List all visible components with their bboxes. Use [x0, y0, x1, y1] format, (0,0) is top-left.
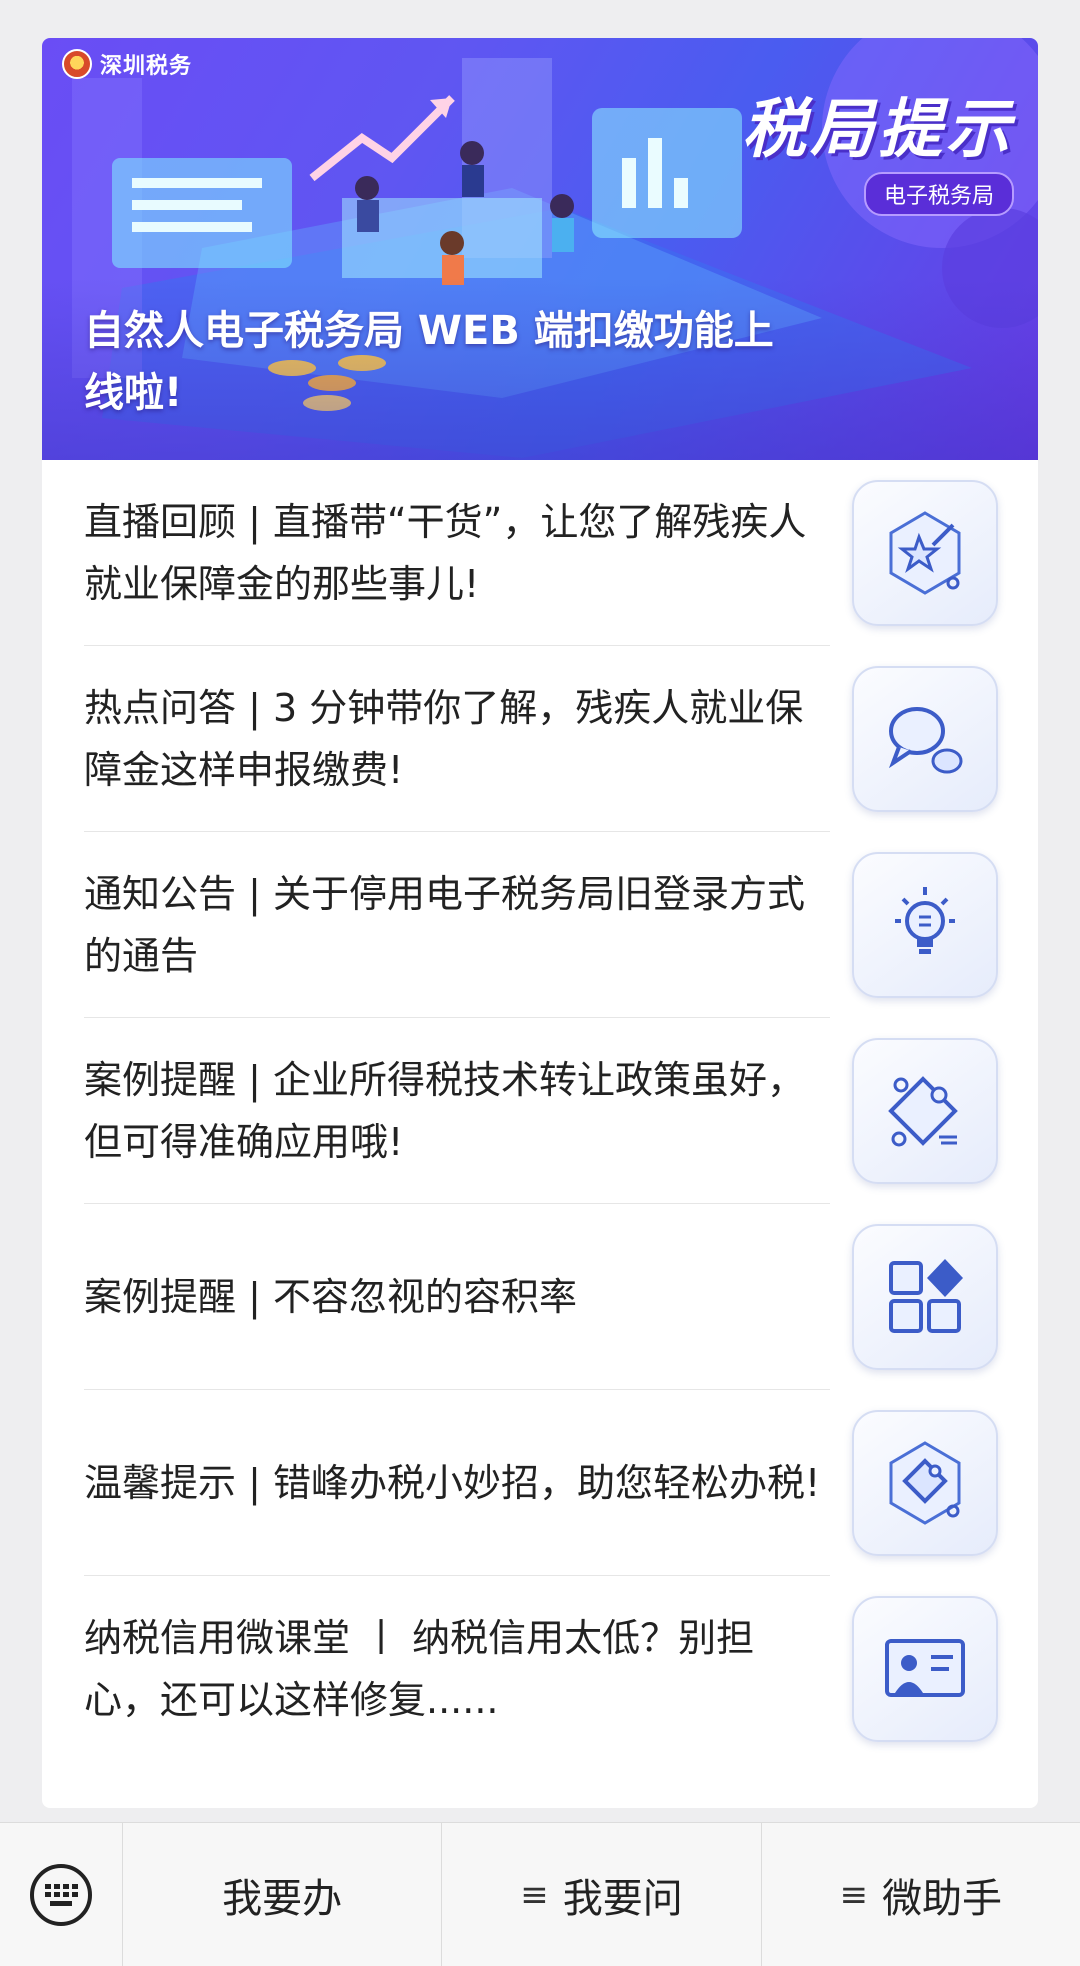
banner-subtitle-badge: 电子税务局 — [863, 172, 1014, 216]
list-item[interactable]: 通知公告 | 关于停用电子税务局旧登录方式的通告 — [42, 832, 1038, 1018]
list-item[interactable]: 纳税信用微课堂 丨 纳税信用太低？别担心，还可以这样修复...... — [42, 1576, 1038, 1762]
article-list: 直播回顾 | 直播带“干货”，让您了解残疾人就业保障金的那些事儿! 热点问答 |… — [42, 460, 1038, 1762]
menu-label: 我要办 — [222, 1875, 343, 1922]
brand-name: 深圳税务 — [100, 54, 193, 79]
banner-caption[interactable]: 自然人电子税务局 WEB 端扣缴功能上线啦! — [84, 300, 804, 424]
article-title: 温馨提示 | 错峰办税小妙招，助您轻松办税! — [84, 1461, 821, 1505]
puzzle-icon — [852, 1038, 998, 1184]
list-item[interactable]: 案例提醒 | 不容忽视的容积率 — [42, 1204, 1038, 1390]
star-wand-icon — [852, 480, 998, 626]
article-card: 深圳税务 税局提示 电子税务局 自然人电子税务局 WEB 端扣缴功能上线啦! 直… — [42, 38, 1038, 1808]
puzzle-hexagon-icon — [852, 1410, 998, 1556]
article-title: 纳税信用微课堂 丨 纳税信用太低？别担心，还可以这样修复...... — [84, 1616, 755, 1722]
menu-item-assistant[interactable]: ≡ 微助手 — [762, 1823, 1080, 1966]
menu-hamburger-icon: ≡ — [520, 1874, 549, 1915]
list-item[interactable]: 案例提醒 | 企业所得税技术转让政策虽好，但可得准确应用哦! — [42, 1018, 1038, 1204]
article-title: 案例提醒 | 企业所得税技术转让政策虽好，但可得准确应用哦! — [84, 1058, 805, 1164]
keyboard-toggle-button[interactable] — [0, 1823, 123, 1966]
menu-label: 微助手 — [882, 1875, 1003, 1922]
menu-label: 我要问 — [562, 1875, 683, 1922]
article-title: 直播回顾 | 直播带“干货”，让您了解残疾人就业保障金的那些事儿! — [84, 500, 807, 606]
list-item[interactable]: 直播回顾 | 直播带“干货”，让您了解残疾人就业保障金的那些事儿! — [42, 460, 1038, 646]
bottom-menu-bar: 我要办 ≡ 我要问 ≡ 微助手 — [0, 1822, 1080, 1966]
menu-item-ask[interactable]: ≡ 我要问 — [442, 1823, 762, 1966]
keyboard-icon — [30, 1863, 92, 1926]
banner[interactable]: 深圳税务 税局提示 电子税务局 自然人电子税务局 WEB 端扣缴功能上线啦! — [42, 38, 1038, 460]
list-item[interactable]: 热点问答 | 3 分钟带你了解，残疾人就业保障金这样申报缴费! — [42, 646, 1038, 832]
menu-hamburger-icon: ≡ — [839, 1874, 869, 1915]
presentation-icon — [852, 1596, 998, 1742]
article-title: 热点问答 | 3 分钟带你了解，残疾人就业保障金这样申报缴费! — [84, 686, 804, 792]
grid-apps-icon — [852, 1224, 998, 1370]
tax-bureau-logo-icon — [62, 49, 92, 79]
brand-badge: 深圳税务 — [62, 48, 192, 80]
article-title: 案例提醒 | 不容忽视的容积率 — [84, 1275, 577, 1319]
list-item[interactable]: 温馨提示 | 错峰办税小妙招，助您轻松办税! — [42, 1390, 1038, 1576]
menu-item-handle[interactable]: 我要办 — [123, 1823, 443, 1966]
article-title: 通知公告 | 关于停用电子税务局旧登录方式的通告 — [84, 872, 805, 978]
banner-title: 税局提示 — [742, 93, 1014, 167]
chat-bubble-icon — [852, 666, 998, 812]
lightbulb-icon — [852, 852, 998, 998]
